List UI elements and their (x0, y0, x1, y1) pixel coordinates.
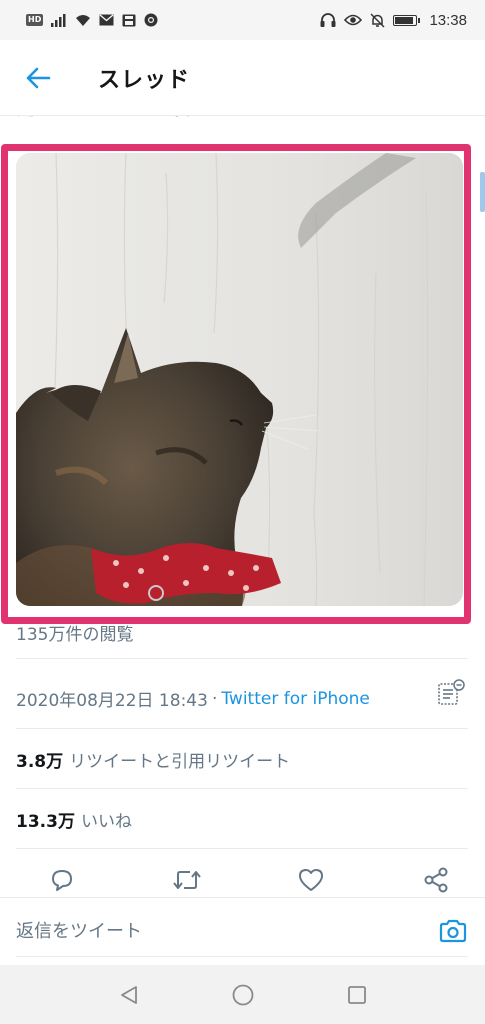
tweet-detail-icon (438, 679, 465, 705)
hd-icon: HD (26, 14, 44, 26)
divider (16, 658, 468, 659)
tweet-analytics-button[interactable] (434, 677, 468, 711)
retweet-button[interactable] (171, 864, 203, 896)
retweets-label: リツイートと引用リツイート (69, 752, 291, 772)
reply-button[interactable] (46, 864, 78, 896)
headphones-icon (320, 13, 336, 27)
divider (16, 788, 468, 789)
back-triangle-icon (120, 985, 137, 1004)
reply-icon (52, 870, 72, 891)
home-circle-icon (232, 984, 253, 1005)
camera-icon (439, 919, 467, 943)
status-left-icons: HD (26, 13, 158, 27)
tweet-action-bar (16, 860, 468, 900)
likes-count: 13.3万 (16, 812, 75, 832)
reply-input[interactable] (16, 916, 416, 946)
retweet-icon (172, 871, 201, 889)
heart-icon (299, 869, 324, 891)
page-title: スレッド (98, 67, 191, 93)
back-button[interactable] (14, 54, 62, 102)
tweet-date: 2020年08月22日 18:43 (16, 691, 208, 711)
chrome-icon (144, 13, 158, 27)
mail-icon (99, 14, 114, 26)
tweet-meta: 2020年08月22日 18:43 · Twitter for iPhone (16, 679, 468, 711)
retweets-stat[interactable]: 3.8万 リツイートと引用リツイート (16, 747, 290, 772)
likes-stat[interactable]: 13.3万 いいね (16, 807, 132, 832)
storage-icon (122, 14, 136, 27)
share-button[interactable] (420, 864, 452, 896)
battery-icon (393, 14, 421, 26)
like-button[interactable] (295, 864, 327, 896)
clock: 13:38 (429, 11, 467, 29)
eye-icon (344, 14, 363, 26)
media-highlight-frame (1, 144, 471, 624)
arrow-left-icon (26, 67, 51, 88)
thread-header: スレッド (0, 40, 485, 116)
divider (16, 728, 468, 729)
nav-home-button[interactable] (225, 977, 261, 1013)
reply-underline (16, 956, 468, 957)
mute-icon (370, 12, 385, 28)
signal-icon (51, 13, 67, 27)
likes-label: いいね (80, 812, 132, 832)
reply-composer (0, 897, 485, 965)
system-nav-bar (0, 965, 485, 1024)
wifi-icon (75, 14, 91, 27)
status-right-icons: 13:38 (320, 12, 467, 29)
meta-separator: · (211, 688, 218, 709)
nav-recents-button[interactable] (339, 977, 375, 1013)
tweet-source-link[interactable]: Twitter for iPhone (221, 689, 370, 709)
status-bar: HD 13:38 (0, 0, 485, 40)
divider (16, 848, 468, 849)
scrollbar[interactable] (480, 172, 485, 212)
nav-back-button[interactable] (111, 977, 147, 1013)
camera-button[interactable] (436, 914, 470, 948)
share-icon (424, 867, 448, 893)
retweets-count: 3.8万 (16, 752, 64, 772)
recents-square-icon (347, 985, 366, 1004)
